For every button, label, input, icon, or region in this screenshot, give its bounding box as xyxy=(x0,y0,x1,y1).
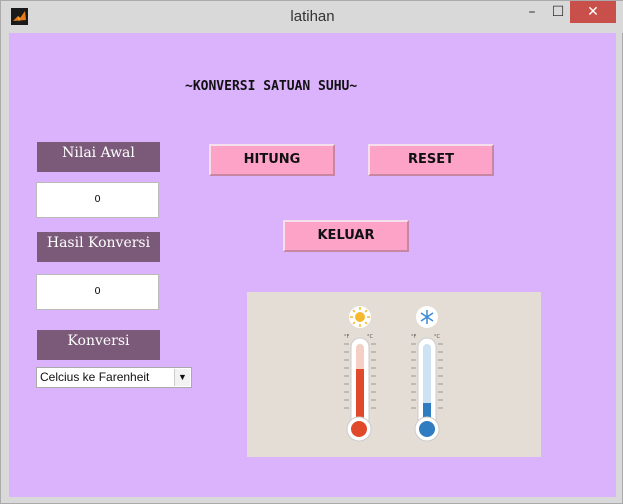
minimize-button[interactable]: – xyxy=(521,1,543,23)
snowflake-icon xyxy=(416,306,438,328)
hot-thermometer: °F °C xyxy=(344,334,376,442)
nilai-awal-label: Nilai Awal xyxy=(37,142,160,172)
konversi-selected: Celcius ke Farenheit xyxy=(40,370,150,384)
keluar-button[interactable]: KELUAR xyxy=(283,220,409,252)
thermometer-illustration: °F °C °F °C xyxy=(344,306,443,442)
hasil-konversi-label: Hasil Konversi xyxy=(37,232,160,262)
hasil-konversi-field[interactable]: 0 xyxy=(36,274,159,310)
svg-text:°F: °F xyxy=(344,334,350,340)
nilai-awal-input[interactable]: 0 xyxy=(36,182,159,218)
app-window: latihan – ☐ ✕ ~KONVERSI SATUAN SUHU~ Nil… xyxy=(0,0,623,504)
close-button[interactable]: ✕ xyxy=(570,1,616,23)
reset-button[interactable]: RESET xyxy=(368,144,494,176)
svg-text:°F: °F xyxy=(411,334,417,340)
maximize-button[interactable]: ☐ xyxy=(547,1,569,23)
title-bar: latihan – ☐ ✕ xyxy=(1,1,623,33)
konversi-dropdown[interactable]: Celcius ke Farenheit ▼ xyxy=(36,367,192,388)
sun-icon xyxy=(349,306,371,328)
cold-thermometer: °F °C xyxy=(411,334,443,442)
thermometer-image: °F °C °F °C xyxy=(247,292,541,457)
chevron-down-icon[interactable]: ▼ xyxy=(174,369,190,386)
hitung-button[interactable]: HITUNG xyxy=(209,144,335,176)
konversi-label: Konversi xyxy=(37,330,160,360)
svg-text:°C: °C xyxy=(434,334,441,340)
page-title: ~KONVERSI SATUAN SUHU~ xyxy=(185,79,358,94)
svg-text:°C: °C xyxy=(367,334,374,340)
